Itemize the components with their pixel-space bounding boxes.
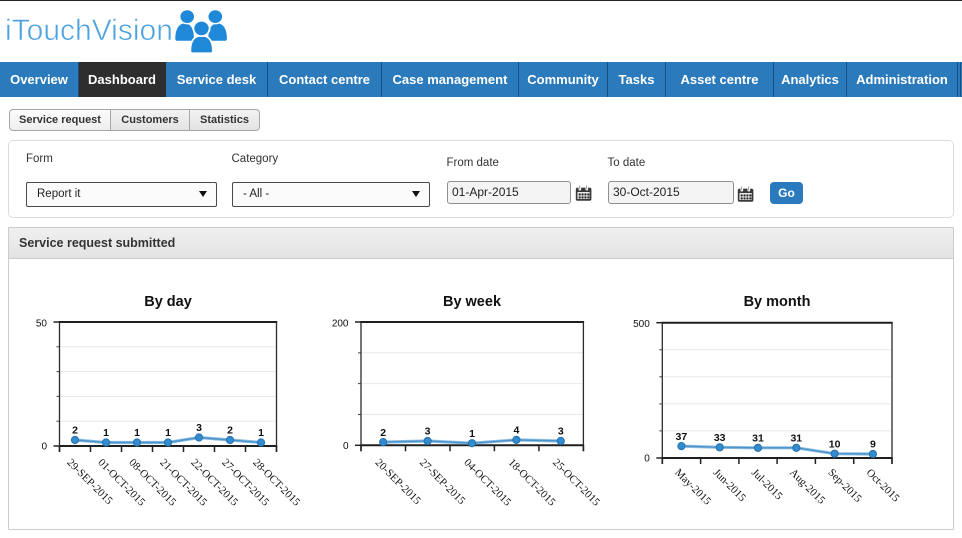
svg-text:Jun-2015: Jun-2015: [711, 467, 749, 505]
svg-text:10: 10: [829, 438, 841, 450]
svg-text:May-2015: May-2015: [672, 467, 713, 508]
svg-text:3: 3: [425, 426, 431, 438]
svg-text:By day: By day: [144, 294, 192, 310]
svg-text:33: 33: [714, 432, 726, 444]
svg-text:20-SEP-2015: 20-SEP-2015: [373, 457, 424, 508]
svg-text:4: 4: [513, 425, 519, 437]
svg-text:2: 2: [72, 425, 78, 437]
svg-text:500: 500: [633, 319, 650, 330]
svg-text:37: 37: [676, 431, 688, 443]
svg-text:1: 1: [134, 427, 140, 439]
svg-text:1: 1: [165, 427, 171, 439]
svg-text:3: 3: [558, 426, 564, 438]
svg-text:27-SEP-2015: 27-SEP-2015: [417, 457, 468, 508]
svg-text:0: 0: [644, 454, 650, 465]
svg-text:0: 0: [41, 442, 47, 453]
svg-text:1: 1: [103, 427, 109, 439]
svg-text:Jul-2015: Jul-2015: [749, 467, 785, 503]
svg-text:2: 2: [380, 427, 386, 439]
svg-text:By month: By month: [744, 294, 811, 310]
svg-text:9: 9: [870, 439, 876, 451]
svg-text:50: 50: [36, 319, 48, 330]
svg-text:Oct-2015: Oct-2015: [864, 467, 902, 505]
svg-text:200: 200: [332, 319, 349, 330]
svg-text:Aug-2015: Aug-2015: [787, 467, 827, 507]
svg-text:31: 31: [790, 433, 802, 445]
svg-text:By week: By week: [443, 294, 502, 310]
svg-text:31: 31: [752, 433, 764, 445]
svg-text:3: 3: [196, 422, 202, 434]
svg-text:Sep-2015: Sep-2015: [825, 467, 864, 506]
svg-text:25-OCT-2015: 25-OCT-2015: [550, 457, 602, 509]
svg-text:0: 0: [343, 441, 349, 452]
svg-text:1: 1: [469, 428, 475, 440]
svg-text:1: 1: [258, 427, 264, 439]
svg-text:2: 2: [227, 425, 233, 437]
